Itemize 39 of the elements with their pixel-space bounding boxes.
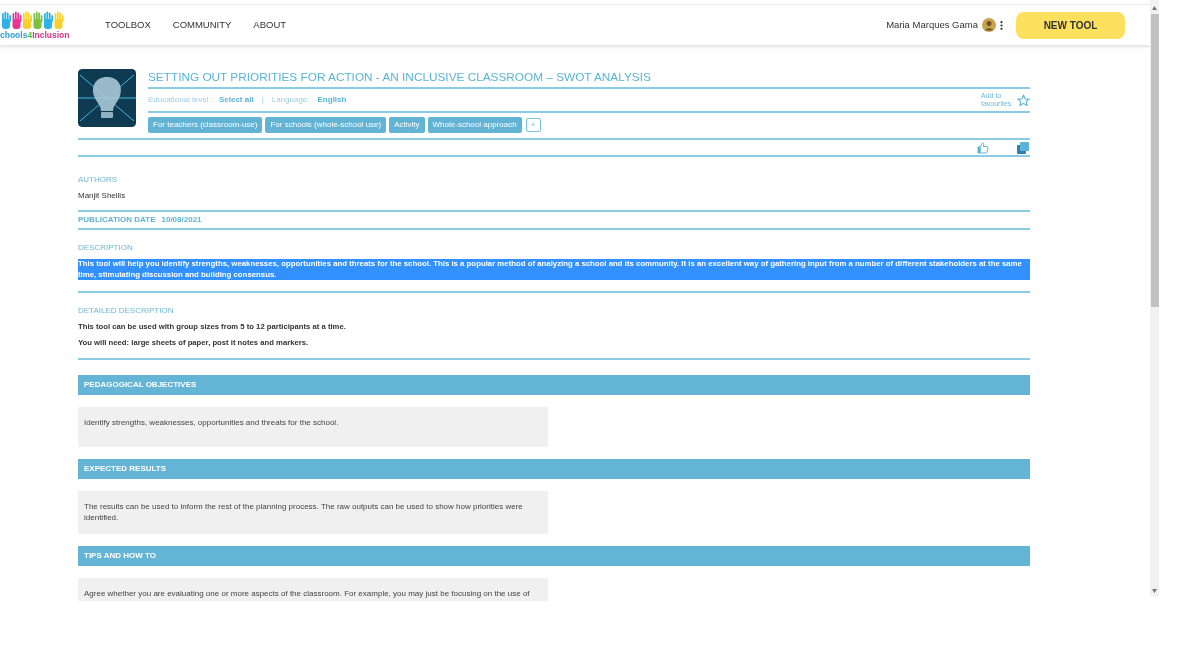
separator-text: | xyxy=(261,94,264,106)
nav-link[interactable]: ABOUT xyxy=(253,17,287,33)
new-tool-button[interactable]: NEW TOOL xyxy=(1016,11,1125,39)
kebab-menu-icon[interactable] xyxy=(1000,20,1003,30)
copy-icon[interactable] xyxy=(1017,141,1029,154)
nav-link[interactable]: COMMUNITY xyxy=(172,17,232,33)
tag-chip[interactable]: Activity xyxy=(389,117,425,133)
hands-logo-icon xyxy=(0,10,66,31)
nav-link[interactable]: TOOLBOX xyxy=(105,17,151,33)
section-text-box: Identify strengths, weaknesses, opportunities and threats for the school. xyxy=(78,407,548,447)
language-value[interactable]: English xyxy=(317,94,347,106)
scroll-up-arrow-icon[interactable] xyxy=(1152,6,1157,10)
section-heading-bar: PEDAGOGICAL OBJECTIVES xyxy=(78,375,1030,395)
tag-chip[interactable]: For teachers (classroom-use) xyxy=(148,117,263,133)
logo-text: chools4Inclusion xyxy=(0,29,70,40)
section-text-box: The results can be used to inform the rest of the planning process. The raw outputs can be used to show how priorities were identified. xyxy=(78,491,548,534)
lightbulb-image xyxy=(78,69,136,127)
section-text-box: Agree whether you are evaluating one or more aspects of the classroom. For example, you may just be focusing on the use of xyxy=(78,578,548,601)
author-name: Manjit Shellis xyxy=(78,191,127,201)
tag-chip[interactable]: For schools (whole-school use) xyxy=(265,117,387,133)
educational-level-label: Educational level : xyxy=(148,94,213,106)
scrollbar[interactable] xyxy=(1150,0,1159,596)
scroll-down-arrow-icon[interactable] xyxy=(1152,589,1157,593)
publication-date-value: 10/08/2021 xyxy=(161,214,202,226)
detailed-description-label: DETAILED DESCRIPTION xyxy=(78,306,175,316)
thumbs-up-icon[interactable] xyxy=(977,141,989,154)
star-icon[interactable] xyxy=(1017,93,1030,107)
scrollbar-thumb[interactable] xyxy=(1150,14,1159,307)
language-label: Language: xyxy=(271,94,310,106)
authors-label: AUTHORS xyxy=(78,175,119,185)
description-label: DESCRIPTION xyxy=(78,243,134,253)
educational-level-value[interactable]: Select all xyxy=(218,94,254,106)
tool-title: SETTING OUT PRIORITIES FOR ACTION - AN INCLUSIVE CLASSROOM – SWOT ANALYSIS xyxy=(148,69,652,85)
publication-date-label: PUBLICATION DATE xyxy=(78,214,156,226)
section-heading-bar: EXPECTED RESULTS xyxy=(78,459,1030,479)
tag-chip[interactable]: Whole-school approach xyxy=(427,117,522,133)
section-heading-bar: TIPS AND HOW TO xyxy=(78,546,1030,566)
avatar-icon[interactable] xyxy=(982,18,996,32)
user-name[interactable]: Maria Marques Gama xyxy=(886,17,978,33)
